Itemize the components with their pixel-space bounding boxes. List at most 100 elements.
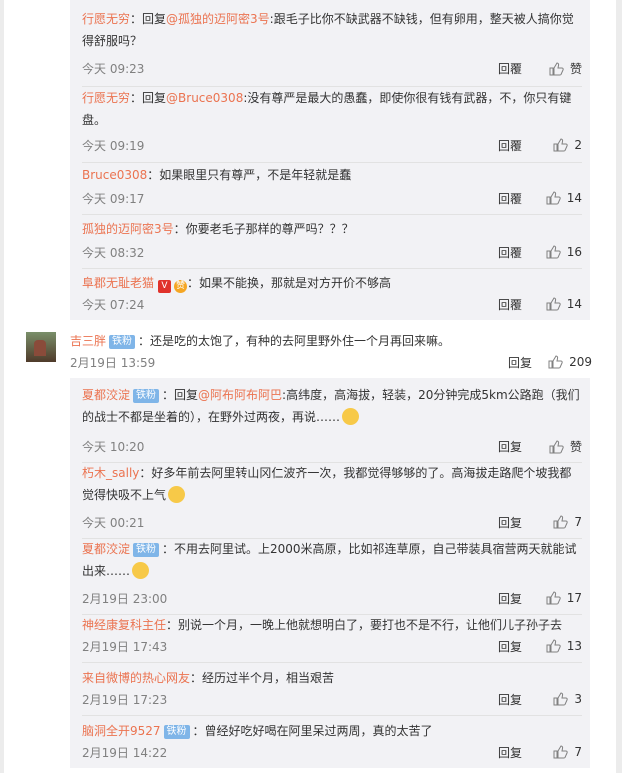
mention-link[interactable]: @孤独的迈阿密3号 — [166, 12, 270, 26]
mention-link[interactable]: @阿布阿布阿巴 — [198, 388, 282, 402]
thumb-up-icon — [553, 745, 569, 759]
comment-thread: 行愿无穷：回复@孤独的迈阿密3号:跟毛子比你不缺武器不缺钱，但有卵用，整天被人搞… — [4, 0, 616, 773]
divider — [82, 662, 582, 663]
reply-button[interactable]: 回复 — [498, 638, 522, 655]
like-button[interactable]: 16 — [532, 244, 582, 260]
reply-body: ：好多年前去阿里转山冈仁波齐一次，我都觉得够够的了。高海拔走路爬个坡我都觉得快吸… — [82, 466, 572, 502]
verified-badge: V — [158, 280, 172, 293]
like-count: 2 — [574, 138, 582, 152]
reply-button[interactable]: 回覆 — [498, 244, 522, 261]
avatar[interactable] — [26, 332, 56, 362]
fan-badge: 铁粉 — [133, 389, 160, 403]
thumb-up-icon — [553, 515, 569, 529]
reply-author[interactable]: 来自微博的热心网友 — [82, 671, 190, 685]
reply-author[interactable]: Bruce0308 — [82, 168, 147, 182]
like-count: 3 — [574, 692, 582, 706]
divider — [82, 162, 582, 163]
reply-item: 行愿无穷：回复@孤独的迈阿密3号:跟毛子比你不缺武器不缺钱，但有卵用，整天被人搞… — [82, 8, 582, 87]
like-button[interactable]: 17 — [532, 590, 582, 606]
reply-author[interactable]: 阜郡无耻老猫 — [82, 276, 154, 290]
reply-item: 神经康复科主任：别说一个月，一晚上他就想明白了，要打也不是不行，让他们儿子孙子去… — [82, 614, 582, 663]
reply-time: 今天 09:17 — [82, 192, 145, 206]
reply-author[interactable]: 脑洞全开9527 — [82, 724, 161, 738]
reply-author[interactable]: 夏都洨淀 — [82, 388, 130, 402]
reply-button[interactable]: 回覆 — [498, 137, 522, 154]
reply-author[interactable]: 孤独的迈阿密3号 — [82, 222, 174, 236]
reply-item: 夏都洨淀 铁粉 ：回复@阿布阿布阿巴:高纬度，高海拔，轻装，20分钟完成5km公路跑… — [82, 384, 582, 463]
nested-replies-top: 行愿无穷：回复@孤独的迈阿密3号:跟毛子比你不缺武器不缺钱，但有卵用，整天被人搞… — [70, 0, 590, 320]
divider — [82, 715, 582, 716]
reply-body: ：经历过半个月，相当艰苦 — [190, 671, 335, 685]
thumb-up-icon — [546, 639, 561, 653]
like-count: 17 — [566, 591, 582, 605]
reply-item: Bruce0308：如果眼里只有尊严，不是年轻就是蠢 今天 09:17 回覆 1… — [82, 164, 582, 215]
reply-item: 阜郡无耻老猫 V 赞：如果不能换，那就是对方开价不够高 今天 07:24 回覆 14 — [82, 272, 582, 312]
main-comment: 吉三胖 铁粉 ：还是吃的太饱了，有种的去阿里野外住一个月再回来嘛。 2月19日 13… — [26, 330, 592, 374]
reply-time: 今天 08:32 — [82, 246, 145, 260]
like-button[interactable]: 209 — [542, 354, 592, 370]
like-count: 13 — [566, 639, 582, 653]
like-button[interactable]: 2 — [532, 137, 582, 153]
like-button[interactable]: 13 — [532, 638, 582, 654]
comment-author[interactable]: 吉三胖 — [70, 334, 106, 348]
reply-button[interactable]: 回覆 — [498, 60, 522, 77]
like-button[interactable]: 7 — [532, 514, 582, 530]
nested-replies-bottom: 夏都洨淀 铁粉 ：回复@阿布阿布阿巴:高纬度，高海拔，轻装，20分钟完成5km公路跑… — [70, 378, 590, 768]
reply-time: 今天 00:21 — [82, 516, 145, 530]
sweat-emoji-icon — [342, 408, 360, 425]
reply-item: 来自微博的热心网友：经历过半个月，相当艰苦 2月19日 17:23 回复 3 — [82, 667, 582, 716]
thumb-up-icon — [553, 692, 569, 706]
reply-button[interactable]: 回复 — [498, 691, 522, 708]
reply-author[interactable]: 朽木_sally — [82, 466, 139, 480]
like-button[interactable]: 赞 — [532, 60, 582, 77]
reply-body: ：如果眼里只有尊严，不是年轻就是蠢 — [147, 168, 352, 182]
reply-prefix: ：回复 — [130, 91, 167, 105]
reply-time: 今天 10:20 — [82, 440, 145, 454]
divider — [82, 268, 582, 269]
reply-button[interactable]: 回复 — [498, 438, 522, 455]
reply-time: 今天 09:19 — [82, 139, 145, 153]
reply-author[interactable]: 行愿无穷 — [82, 91, 130, 105]
reply-time: 2月19日 23:00 — [82, 592, 168, 606]
fan-badge: 铁粉 — [109, 335, 136, 349]
like-button[interactable]: 14 — [532, 190, 582, 206]
reply-button[interactable]: 回复 — [498, 514, 522, 531]
reply-item: 朽木_sally：好多年前去阿里转山冈仁波齐一次，我都觉得够够的了。高海拔走路爬… — [82, 462, 582, 539]
reply-button[interactable]: 回覆 — [498, 296, 522, 313]
fan-badge: 铁粉 — [163, 725, 190, 739]
reply-author[interactable]: 行愿无穷 — [82, 12, 130, 26]
reply-body: ：如果不能换，那就是对方开价不够高 — [187, 276, 392, 290]
like-button[interactable]: 赞 — [532, 438, 582, 455]
reply-author[interactable]: 神经康复科主任 — [82, 618, 166, 632]
like-count: 赞 — [569, 62, 582, 76]
like-count: 赞 — [569, 440, 582, 454]
reply-button[interactable]: 回复 — [508, 354, 532, 371]
reply-author[interactable]: 夏都洨淀 — [82, 542, 130, 556]
thumb-up-icon — [553, 138, 569, 152]
reply-time: 2月19日 17:43 — [82, 640, 168, 654]
thumb-up-icon — [546, 297, 561, 311]
fan-badge: 铁粉 — [133, 543, 160, 557]
like-count: 16 — [566, 245, 582, 259]
like-count: 209 — [569, 355, 592, 369]
like-count: 14 — [566, 297, 582, 311]
level-badge: 赞 — [174, 280, 188, 293]
like-count: 7 — [574, 745, 582, 759]
like-button[interactable]: 3 — [532, 691, 582, 707]
reply-button[interactable]: 回复 — [498, 590, 522, 607]
reply-item: 行愿无穷：回复@Bruce0308:没有尊严是最大的愚蠢，即使你很有钱有武器，不… — [82, 87, 582, 163]
thumb-up-icon — [549, 61, 564, 75]
mention-link[interactable]: @Bruce0308 — [166, 91, 243, 105]
reply-button[interactable]: 回复 — [498, 744, 522, 761]
reply-item: 脑洞全开9527 铁粉 ：曾经好吃好喝在阿里呆过两周，真的太苦了 2月19日 14:… — [82, 720, 582, 760]
reply-time: 2月19日 17:23 — [82, 693, 168, 707]
reply-time: 2月19日 14:22 — [82, 746, 168, 760]
thumb-up-icon — [548, 355, 563, 369]
like-button[interactable]: 7 — [532, 744, 582, 760]
thumb-up-icon — [549, 439, 564, 453]
reply-button[interactable]: 回覆 — [498, 190, 522, 207]
like-button[interactable]: 14 — [532, 296, 582, 312]
comment-time: 2月19日 13:59 — [70, 356, 156, 370]
reply-item: 夏都洨淀 铁粉 ：不用去阿里试。上2000米高原，比如祁连草原，自己带装具宿营两天就… — [82, 538, 582, 615]
reply-body: ：别说一个月，一晚上他就想明白了，要打也不是不行，让他们儿子孙子去 — [166, 618, 563, 632]
